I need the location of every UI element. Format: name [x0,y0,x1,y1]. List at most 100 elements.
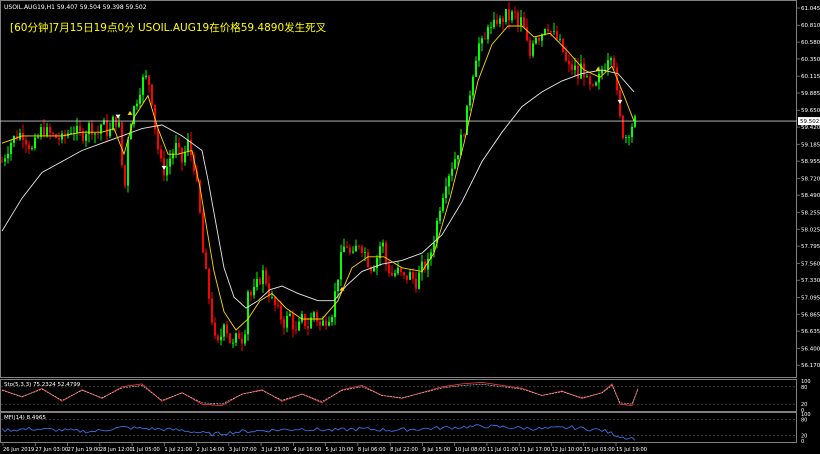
candle-body [355,245,357,252]
sell-arrow-icon [161,165,167,170]
candle-body [337,279,339,292]
candle-body [58,138,60,140]
time-tick-label: 27 Jun 03:00 [35,447,68,453]
candle-body [403,272,405,276]
candle-body [136,103,138,107]
candle-body [478,43,480,61]
candle-body [4,158,6,162]
candle-body [445,186,447,199]
candle-body [613,58,615,68]
time-tick-label: 8 Jul 06:00 [358,447,386,453]
candle-body [223,324,225,337]
time-tick-label: 15 Jul 03:00 [584,447,615,453]
candle-body [412,272,414,279]
candle-body [160,149,162,159]
time-tick-label: 15 Jul 19:00 [616,447,647,453]
candle-body [265,270,267,284]
candle-body [367,252,369,268]
candle-body [472,76,474,96]
candle-body [409,272,411,280]
mfi-scale: 10080200 [801,412,811,445]
candle-body [343,246,345,253]
candle-body [37,136,39,138]
candle-body [121,122,123,166]
price-tick-label: 58.255 [801,210,820,216]
svg-text:59.502: 59.502 [800,119,819,125]
candle-body [361,246,363,253]
candle-body [232,342,234,344]
candle-body [463,134,465,136]
time-tick-label: 9 Jul 15:00 [422,447,450,453]
mfi-scale-label: 0 [801,439,804,445]
chart-canvas[interactable]: USOIL.AUG19,H1 59.407 59.504 59.398 59.5… [0,0,820,454]
candle-body [127,139,129,186]
candle-body [34,137,36,149]
candle-body [538,37,540,41]
candle-body [571,64,573,71]
price-tick-label: 59.185 [801,142,820,148]
candle-body [391,272,393,276]
price-tick-label: 59.420 [801,125,820,131]
candle-body [118,122,120,127]
time-tick-label: 26 Jun 2019 [3,447,34,453]
candle-body [211,298,213,323]
price-tick-label: 60.350 [801,57,820,63]
candle-body [556,31,558,40]
time-tick-label: 5 Jul 10:00 [326,447,354,453]
price-tick-label: 60.115 [801,74,820,80]
candle-body [505,9,507,22]
candle-body [157,129,159,150]
candle-body [406,275,408,280]
candle-body [220,336,222,341]
candle-body [40,127,42,137]
candle-body [388,264,390,273]
candle-body [169,158,171,167]
candle-body [142,77,144,95]
price-tick-label: 58.955 [801,159,820,165]
candle-body [331,317,333,322]
candle-body [448,175,450,187]
price-tick-label: 57.560 [801,261,820,267]
candle-body [607,60,609,70]
stoch-main-line [1,381,639,407]
candle-body [475,60,477,77]
candle-body [208,269,210,299]
slow-ma-line [1,69,635,309]
candle-body [241,338,243,344]
candle-body [628,136,630,138]
price-tick-label: 59.650 [801,108,820,114]
candle-body [544,29,546,35]
stoch-scale: 10080200 [801,379,811,414]
candle-body [316,312,318,322]
candle-body [1,161,3,163]
candle-body [94,133,96,135]
time-tick-label: 2 Jul 14:00 [197,447,225,453]
candle-body [418,272,420,289]
candle-body [271,296,273,298]
stoch-label: Sto(5,3,3) 75.2324 52.4799 [4,382,81,388]
candle-body [532,43,534,56]
price-tick-label: 57.095 [801,295,820,301]
price-tick-label: 56.635 [801,329,820,335]
candle-body [250,291,252,296]
candle-body [175,143,177,154]
mfi-label: MFI(14) 8.4965 [4,415,46,421]
candle-body [10,142,12,154]
candle-body [79,126,81,132]
mid-ma-line [1,25,635,331]
time-tick-label: 4 Jul 16:00 [293,447,321,453]
candle-body [145,75,147,78]
candle-body [340,252,342,280]
candle-body [508,9,510,21]
candle-body [178,143,180,148]
cross-alert-text: [60分钟]7月15日19点0分 USOIL.AUG19在价格59.4890发生… [10,21,327,34]
candle-body [286,315,288,328]
candle-body [283,319,285,328]
current-price-tag: 59.502 [798,117,820,126]
candle-body [277,305,279,306]
candle-body [397,267,399,274]
candle-body [565,51,567,61]
candle-body [319,321,321,326]
candle-body [442,198,444,211]
candle-body [481,38,483,44]
